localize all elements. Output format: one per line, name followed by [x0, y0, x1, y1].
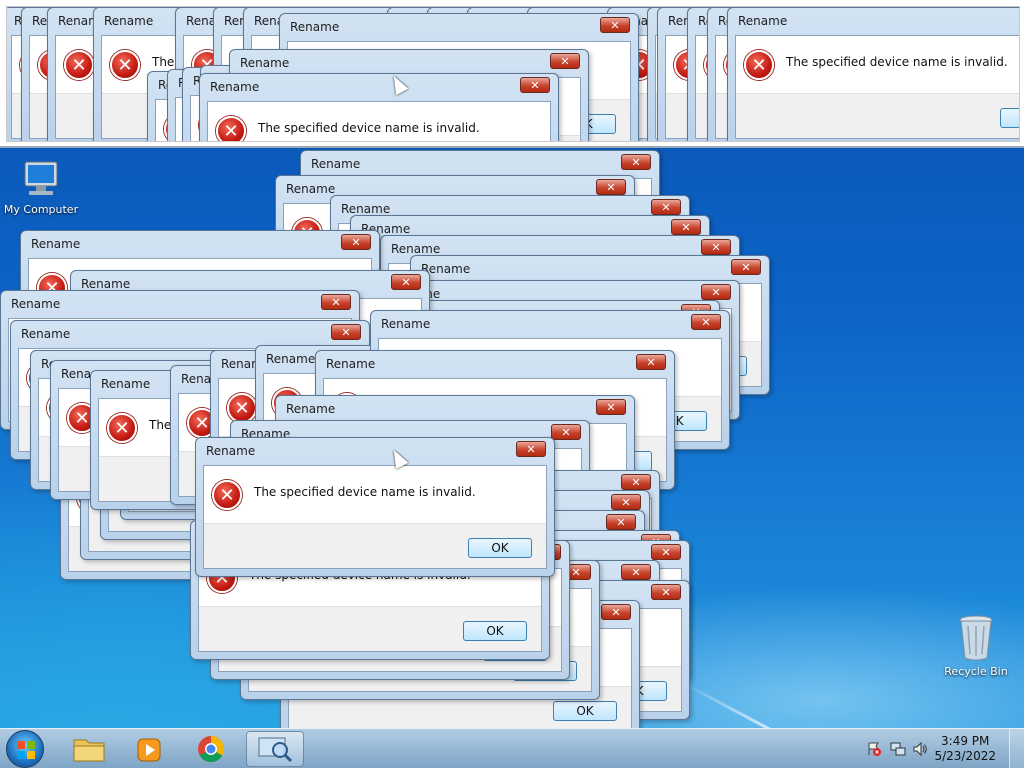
dialog-close-button[interactable]: ✕ — [600, 17, 630, 33]
media-player-icon — [137, 738, 161, 762]
magnifier-view: Rename✕✕The specified device name is inv… — [0, 0, 1024, 148]
taskbar-media-player-button[interactable] — [120, 731, 178, 767]
dialog-close-button[interactable]: ✕ — [551, 424, 581, 440]
dialog-message: The specified device name is invalid. — [254, 485, 476, 499]
rename-error-dialog: Rename ✕✕ The specified device name is inv… — [727, 7, 1019, 141]
dialog-title: Rename — [738, 14, 788, 28]
dialog-title: Rename — [286, 182, 336, 196]
dialog-message: The specified device name is invalid. — [258, 121, 480, 135]
dialog-title: Rename — [311, 157, 361, 171]
rename-error-dialog: Rename ✕ ✕ The specified device name is inv… — [199, 73, 559, 141]
dialog-close-button[interactable]: ✕ — [391, 274, 421, 290]
action-center-error-icon[interactable] — [866, 741, 882, 757]
dialog-title: Rename — [101, 377, 151, 391]
taskbar-magnifier-button[interactable] — [246, 731, 304, 767]
taskbar: 3:49 PM 5/23/2022 — [0, 728, 1024, 769]
error-icon: ✕ — [227, 393, 257, 423]
dialog-close-button[interactable]: ✕ — [701, 284, 731, 300]
dialog-close-button[interactable]: ✕ — [671, 219, 701, 235]
dialog-button-bar: OK — [736, 93, 1019, 138]
my-computer-shortcut[interactable]: My Computer — [0, 160, 82, 216]
file-explorer-icon — [73, 739, 105, 762]
dialog-title: Rename — [210, 80, 260, 94]
dialog-title: Rename — [21, 327, 71, 341]
network-icon[interactable] — [890, 741, 906, 757]
dialog-title: Rename — [81, 277, 131, 291]
dialog-title: Rename — [391, 242, 441, 256]
dialog-body: ✕ The specified device name is invalid. OK — [203, 465, 547, 569]
volume-icon[interactable] — [912, 741, 928, 757]
magnifier-icon — [258, 737, 293, 763]
dialog-close-button[interactable]: ✕ — [520, 77, 550, 93]
dialog-close-button[interactable]: ✕ — [651, 199, 681, 215]
dialog-close-button[interactable]: ✕ — [651, 584, 681, 600]
ok-button[interactable]: OK — [463, 621, 527, 641]
dialog-title: Rename — [381, 317, 431, 331]
error-icon: ✕ — [110, 50, 140, 80]
dialog-close-button[interactable]: ✕ — [331, 324, 361, 340]
taskbar-chrome-button[interactable] — [182, 731, 240, 767]
dialog-title: Rename — [31, 237, 81, 251]
dialog-close-button[interactable]: ✕ — [596, 399, 626, 415]
error-icon: ✕ — [216, 116, 246, 141]
dialog-body: ✕The specified device name is invalid.OK — [207, 101, 551, 141]
dialog-title: Rename — [286, 402, 336, 416]
dialog-close-button[interactable]: ✕ — [596, 179, 626, 195]
ok-button[interactable]: OK — [1000, 108, 1019, 128]
dialog-close-button[interactable]: ✕ — [621, 474, 651, 490]
show-desktop-button[interactable] — [1009, 729, 1024, 769]
dialog-close-button[interactable]: ✕ — [341, 234, 371, 250]
dialog-close-button[interactable]: ✕ — [636, 354, 666, 370]
computer-icon — [24, 161, 58, 195]
dialog-title: Rename — [104, 14, 154, 28]
rename-error-dialog: Rename ✕ ✕ The specified device name is inv… — [195, 437, 555, 577]
recycle-bin-label: Recycle Bin — [944, 665, 1008, 678]
dialog-title: Rename — [206, 444, 256, 458]
error-icon: ✕ — [64, 50, 94, 80]
clock-time: 3:49 PM — [941, 734, 990, 748]
dialog-close-button[interactable]: ✕ — [701, 239, 731, 255]
magnifier-lens: Rename✕✕The specified device name is inv… — [6, 6, 1020, 142]
system-tray: 3:49 PM 5/23/2022 — [854, 729, 1024, 769]
error-icon: ✕ — [212, 480, 242, 510]
chrome-icon — [198, 735, 225, 763]
recycle-bin-shortcut[interactable]: Recycle Bin — [940, 614, 1012, 678]
dialog-close-button[interactable]: ✕ — [611, 494, 641, 510]
my-computer-label: My Computer — [3, 203, 79, 216]
clock-date: 5/23/2022 — [934, 749, 996, 763]
windows-start-icon — [17, 741, 35, 759]
recycle-bin-icon — [959, 615, 993, 661]
dialog-title: Rename — [240, 56, 290, 70]
ok-button[interactable]: OK — [468, 538, 532, 558]
dialog-close-button[interactable]: ✕ — [731, 259, 761, 275]
dialog-title: Rename — [11, 297, 61, 311]
dialog-title: Rename — [266, 352, 316, 366]
dialog-close-button[interactable]: ✕ — [601, 604, 631, 620]
ok-button[interactable]: OK — [553, 701, 617, 721]
wallpaper-streak — [679, 680, 805, 728]
dialog-close-button[interactable]: ✕ — [321, 294, 351, 310]
dialog-close-button[interactable]: ✕ — [621, 154, 651, 170]
dialog-button-bar: OK — [199, 606, 541, 651]
dialog-body: ✕ The specified device name is invalid. OK — [735, 35, 1019, 139]
dialog-title: Rename — [341, 202, 391, 216]
dialog-close-button[interactable]: ✕ — [691, 314, 721, 330]
dialog-title: Rename — [290, 20, 340, 34]
dialog-button-bar: OK — [204, 523, 546, 568]
dialog-message: The specified device name is invalid. — [786, 55, 1008, 69]
dialog-close-button[interactable]: ✕ — [651, 544, 681, 560]
start-button[interactable] — [6, 730, 44, 768]
error-icon: ✕ — [107, 413, 137, 443]
dialog-title: Rename — [326, 357, 376, 371]
dialog-close-button[interactable]: ✕ — [606, 514, 636, 530]
dialog-close-button[interactable]: ✕ — [550, 53, 580, 69]
taskbar-explorer-button[interactable] — [60, 731, 118, 767]
dialog-close-button[interactable]: ✕ — [516, 441, 546, 457]
error-icon: ✕ — [744, 50, 774, 80]
dialog-close-button[interactable]: ✕ — [621, 564, 651, 580]
clock[interactable]: 3:49 PM 5/23/2022 — [934, 734, 996, 764]
